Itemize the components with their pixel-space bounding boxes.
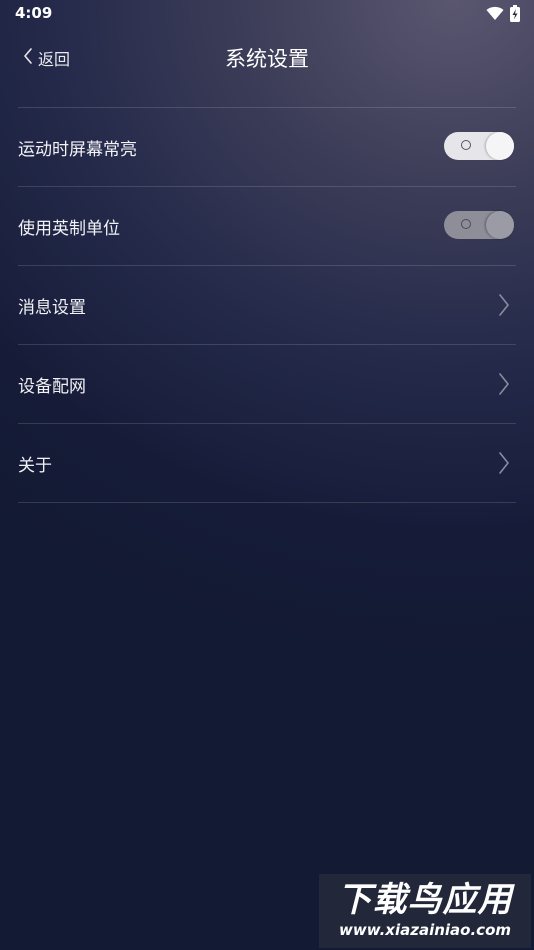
toggle-off-icon — [461, 219, 471, 229]
chevron-right-icon — [498, 451, 510, 479]
setting-label-device-network: 设备配网 — [18, 376, 86, 397]
setting-row-keep-screen-on: 运动时屏幕常亮 — [18, 108, 516, 187]
setting-row-imperial-units: 使用英制单位 — [18, 187, 516, 266]
page-title: 系统设置 — [225, 47, 309, 71]
setting-row-device-network[interactable]: 设备配网 — [18, 345, 516, 424]
back-label: 返回 — [38, 50, 71, 69]
setting-label-keep-screen-on: 运动时屏幕常亮 — [18, 139, 137, 160]
back-button[interactable]: 返回 — [22, 44, 70, 72]
setting-label-message-settings: 消息设置 — [18, 297, 86, 318]
chevron-left-icon — [22, 47, 34, 69]
status-time: 4:09 — [15, 4, 53, 22]
toggle-off-icon — [461, 140, 471, 150]
watermark-url: www.xiazainiao.com — [338, 921, 512, 939]
chevron-right-icon — [498, 293, 510, 321]
toggle-knob — [486, 132, 514, 160]
setting-label-about: 关于 — [18, 455, 52, 476]
watermark: 下载鸟应用 www.xiazainiao.com — [319, 874, 531, 948]
setting-row-about[interactable]: 关于 — [18, 424, 516, 503]
setting-label-imperial-units: 使用英制单位 — [18, 218, 120, 239]
imperial-units-toggle[interactable] — [444, 211, 514, 239]
watermark-brand: 下载鸟应用 — [337, 880, 513, 920]
nav-bar: 返回 系统设置 — [0, 30, 534, 86]
setting-row-message-settings[interactable]: 消息设置 — [18, 266, 516, 345]
battery-charging-icon — [510, 5, 520, 26]
wifi-icon — [486, 6, 504, 25]
status-icons — [486, 5, 520, 26]
toggle-knob — [486, 211, 514, 239]
settings-list: 运动时屏幕常亮 使用英制单位 消息设置 设备配网 关于 — [18, 107, 516, 503]
status-bar: 4:09 — [0, 0, 534, 28]
chevron-right-icon — [498, 372, 510, 400]
keep-screen-on-toggle[interactable] — [444, 132, 514, 160]
